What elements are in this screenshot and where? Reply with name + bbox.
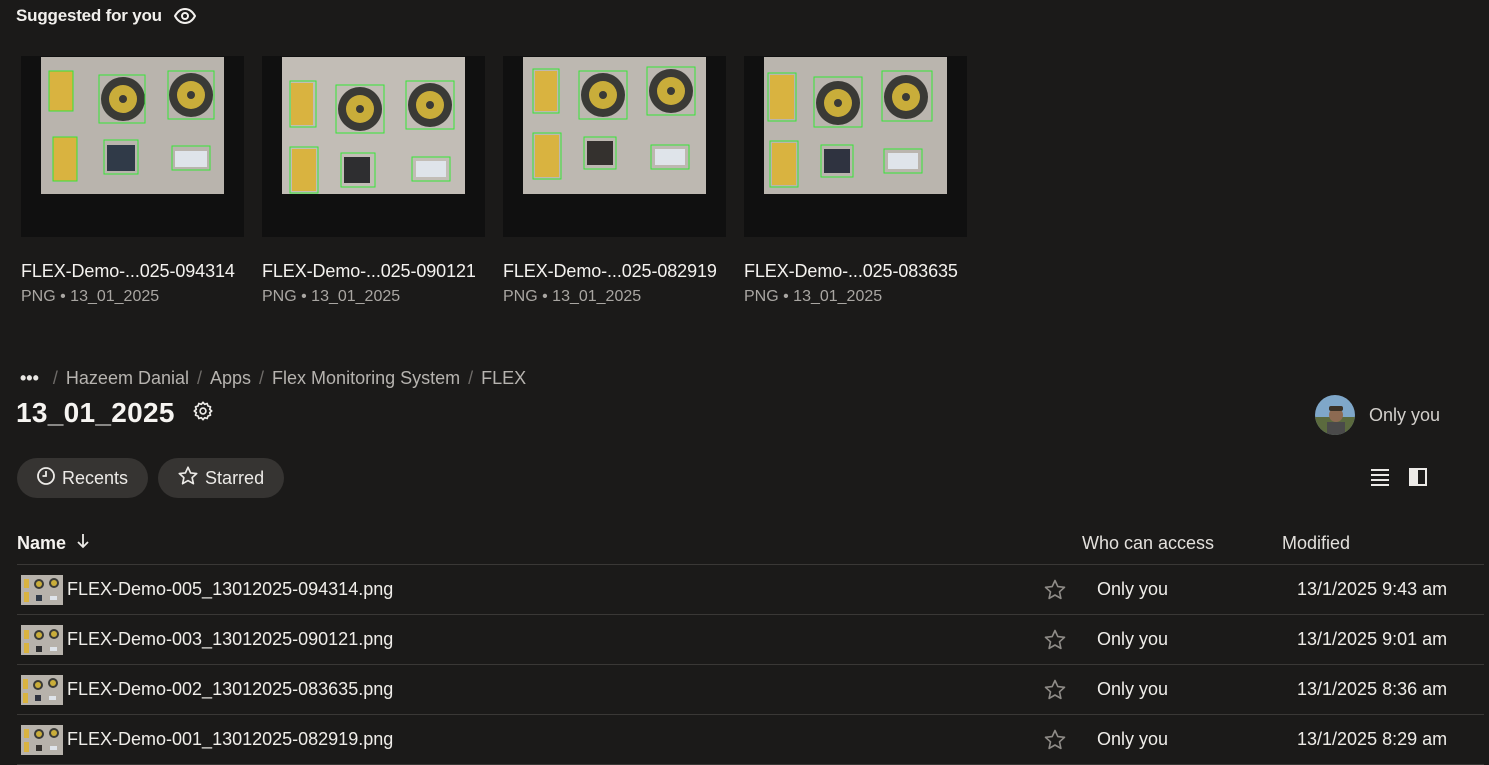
card-thumbnail[interactable] (21, 56, 244, 237)
file-thumbnail (21, 624, 63, 655)
suggested-card[interactable]: FLEX-Demo-...025-090121 PNG • 13_01_2025 (262, 56, 486, 306)
card-meta: PNG • 13_01_2025 (503, 288, 642, 305)
table-row[interactable]: FLEX-Demo-005_13012025-094314.png Only y… (17, 565, 1484, 615)
recents-label: Recents (62, 467, 129, 488)
breadcrumb: ••• / Hazeem Danial / Apps / Flex Monito… (20, 368, 526, 389)
card-thumbnail[interactable] (503, 56, 726, 237)
file-table: Name Who can access Modified FLEX-Demo-0… (17, 523, 1484, 765)
side-panel-icon[interactable] (1408, 466, 1428, 493)
card-thumbnail[interactable] (262, 56, 485, 237)
breadcrumb-separator: / (52, 368, 58, 388)
clock-icon (36, 466, 56, 491)
folder-header: 13_01_2025 (16, 397, 213, 429)
settings-gear-icon[interactable] (193, 400, 213, 426)
breadcrumb-separator: / (468, 368, 474, 388)
star-icon[interactable] (1023, 678, 1087, 702)
name-column-header[interactable]: Name (17, 533, 1082, 554)
access-cell: Only you (1097, 679, 1169, 699)
modified-cell: 13/1/2025 8:29 am (1297, 729, 1448, 749)
image-thumbnail (523, 57, 706, 194)
file-thumbnail (21, 724, 63, 755)
file-name[interactable]: FLEX-Demo-002_13012025-083635.png (67, 679, 1032, 700)
card-title[interactable]: FLEX-Demo-...025-090121 (262, 261, 486, 282)
suggested-card[interactable]: FLEX-Demo-...025-082919 PNG • 13_01_2025 (503, 56, 727, 306)
modified-cell: 13/1/2025 9:43 am (1297, 579, 1448, 599)
table-header: Name Who can access Modified (17, 523, 1484, 565)
sharing-label: Only you (1369, 404, 1441, 425)
modified-cell: 13/1/2025 9:01 am (1297, 629, 1448, 649)
eye-icon[interactable] (173, 8, 196, 24)
card-meta: PNG • 13_01_2025 (21, 288, 160, 305)
card-title[interactable]: FLEX-Demo-...025-083635 (744, 261, 968, 282)
suggested-card[interactable]: FLEX-Demo-...025-083635 PNG • 13_01_2025 (744, 56, 968, 306)
sharing-indicator[interactable]: Only you (1315, 395, 1440, 435)
filter-chips: Recents Starred (17, 458, 285, 498)
card-meta: PNG • 13_01_2025 (744, 288, 883, 305)
sort-arrow-down-icon[interactable] (76, 533, 90, 554)
access-cell: Only you (1097, 579, 1169, 599)
star-icon[interactable] (1023, 728, 1087, 752)
name-header-label: Name (17, 533, 67, 553)
recents-button[interactable]: Recents (17, 458, 149, 498)
image-thumbnail (282, 57, 465, 194)
file-name[interactable]: FLEX-Demo-003_13012025-090121.png (67, 629, 1032, 650)
access-column-header[interactable]: Who can access (1082, 533, 1282, 554)
breadcrumb-separator: / (259, 368, 265, 388)
access-cell: Only you (1097, 629, 1169, 649)
card-meta: PNG • 13_01_2025 (262, 288, 401, 305)
image-thumbnail (764, 57, 947, 194)
breadcrumb-item[interactable]: Flex Monitoring System (272, 368, 460, 389)
star-icon[interactable] (1023, 628, 1087, 652)
star-icon[interactable] (1023, 578, 1087, 602)
breadcrumb-item[interactable]: Hazeem Danial (66, 368, 189, 389)
suggested-header: Suggested for you (16, 6, 196, 26)
breadcrumb-overflow-button[interactable]: ••• (20, 368, 39, 389)
file-thumbnail (21, 674, 63, 705)
view-toggles (1370, 466, 1428, 493)
card-title[interactable]: FLEX-Demo-...025-094314 (21, 261, 245, 282)
access-cell: Only you (1097, 729, 1169, 749)
avatar[interactable] (1315, 395, 1355, 435)
suggested-card[interactable]: FLEX-Demo-...025-094314 PNG • 13_01_2025 (21, 56, 245, 306)
modified-cell: 13/1/2025 8:36 am (1297, 679, 1448, 699)
image-thumbnail (41, 57, 224, 194)
table-row[interactable]: FLEX-Demo-002_13012025-083635.png Only y… (17, 665, 1484, 715)
suggested-heading: Suggested for you (16, 6, 162, 25)
card-title[interactable]: FLEX-Demo-...025-082919 (503, 261, 727, 282)
breadcrumb-separator: / (196, 368, 202, 388)
list-view-icon[interactable] (1370, 466, 1390, 493)
table-row[interactable]: FLEX-Demo-003_13012025-090121.png Only y… (17, 615, 1484, 665)
starred-label: Starred (205, 467, 265, 488)
file-thumbnail (21, 574, 63, 605)
table-row[interactable]: FLEX-Demo-001_13012025-082919.png Only y… (17, 715, 1484, 765)
card-thumbnail[interactable] (744, 56, 967, 237)
breadcrumb-item[interactable]: Apps (210, 368, 251, 389)
suggested-cards: FLEX-Demo-...025-094314 PNG • 13_01_2025… (21, 56, 968, 306)
page-title: 13_01_2025 (16, 397, 175, 428)
breadcrumb-item[interactable]: FLEX (481, 368, 526, 389)
starred-button[interactable]: Starred (158, 458, 285, 498)
modified-column-header[interactable]: Modified (1282, 533, 1350, 554)
file-name[interactable]: FLEX-Demo-001_13012025-082919.png (67, 729, 1032, 750)
file-name[interactable]: FLEX-Demo-005_13012025-094314.png (67, 579, 1032, 600)
star-icon (177, 465, 199, 492)
